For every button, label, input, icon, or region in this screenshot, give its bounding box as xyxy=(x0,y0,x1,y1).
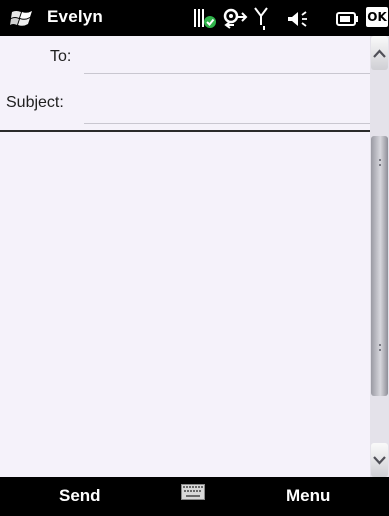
scroll-grip-bottom-2 xyxy=(378,348,382,352)
battery-icon[interactable] xyxy=(336,11,360,32)
scroll-grip-top xyxy=(378,158,382,162)
to-label: To: xyxy=(50,48,72,65)
sync-status-icon[interactable] xyxy=(194,9,218,34)
to-field-row: To: xyxy=(0,40,370,74)
menu-softkey[interactable]: Menu xyxy=(286,486,330,506)
signal-icon[interactable] xyxy=(254,7,268,36)
to-field-underline xyxy=(84,73,370,74)
scroll-up-button[interactable] xyxy=(371,36,388,70)
scroll-thumb[interactable] xyxy=(371,136,388,396)
scroll-down-button[interactable] xyxy=(371,443,388,477)
app-title: Evelyn xyxy=(47,7,104,26)
title-bar: Evelyn OK xyxy=(0,0,389,36)
subject-field-row: Subject: xyxy=(0,78,370,124)
connectivity-icon[interactable] xyxy=(222,8,248,37)
send-softkey[interactable]: Send xyxy=(59,486,101,506)
scroll-grip-top-2 xyxy=(378,163,382,167)
scroll-up-arrow-icon xyxy=(373,48,386,58)
volume-icon[interactable] xyxy=(287,11,309,32)
soft-key-bar: Send Menu xyxy=(0,477,389,516)
ok-button[interactable]: OK xyxy=(366,7,388,27)
subject-field-underline xyxy=(84,123,370,124)
vertical-scrollbar[interactable] xyxy=(370,36,389,477)
windows-start-icon[interactable] xyxy=(10,8,36,33)
compose-area: To: Subject: xyxy=(0,36,370,477)
message-body[interactable] xyxy=(0,133,370,477)
scroll-grip-bottom xyxy=(378,343,382,347)
keyboard-icon[interactable] xyxy=(181,484,205,505)
to-input[interactable] xyxy=(86,46,366,70)
header-body-divider xyxy=(0,130,370,132)
scroll-down-arrow-icon xyxy=(373,455,386,465)
subject-input[interactable] xyxy=(86,92,366,116)
subject-label: Subject: xyxy=(6,94,64,111)
